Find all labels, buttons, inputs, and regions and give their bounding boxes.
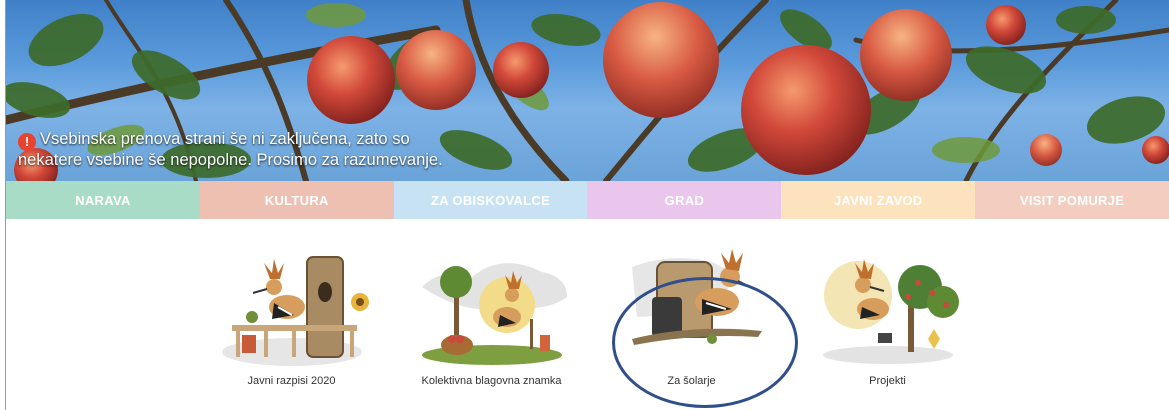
card-label[interactable]: Za šolarje	[604, 375, 779, 387]
nav-item-grad[interactable]: GRAD	[587, 181, 782, 219]
card-projekti[interactable]: Projekti	[800, 247, 975, 387]
nav-item-visit-pomurje[interactable]: VISIT POMURJE	[975, 181, 1169, 219]
notice-text-1: Vsebinska prenova strani še ni zaključen…	[40, 130, 410, 148]
nav-item-za-obiskovalce[interactable]: ZA OBISKOVALCE	[393, 181, 588, 219]
hoopoe-schoolbag-illustration	[631, 249, 762, 345]
card-label[interactable]: Projekti	[800, 375, 975, 387]
card-kolektivna-blagovna-znamka[interactable]: Kolektivna blagovna znamka	[404, 247, 579, 387]
card-za-solarje[interactable]: Za šolarje	[604, 247, 779, 387]
notice-line-1: ! Vsebinska prenova strani še ni zaključe…	[18, 130, 518, 151]
card-javni-razpisi[interactable]: Javni razpisi 2020	[204, 247, 379, 387]
hoopoe-basket-illustration	[421, 263, 567, 365]
hoopoe-tree-stump-illustration	[221, 256, 369, 366]
renovation-notice: ! Vsebinska prenova strani še ni zaključe…	[18, 130, 518, 170]
page: ! Vsebinska prenova strani še ni zaključe…	[0, 0, 1169, 410]
main-navigation: NARAVA KULTURA ZA OBISKOVALCE GRAD JAVNI…	[6, 181, 1169, 219]
nav-item-kultura[interactable]: KULTURA	[199, 181, 394, 219]
card-label[interactable]: Kolektivna blagovna znamka	[404, 375, 579, 387]
nav-item-javni-zavod[interactable]: JAVNI ZAVOD	[781, 181, 976, 219]
notice-text-2: nekatere vsebine še nepopolne. Prosimo z…	[18, 151, 443, 169]
card-label[interactable]: Javni razpisi 2020	[204, 375, 379, 387]
exclamation-circle-icon: !	[18, 133, 36, 151]
nav-item-narava[interactable]: NARAVA	[6, 181, 200, 219]
hoopoe-apple-tree-illustration	[822, 259, 959, 364]
hero-banner: ! Vsebinska prenova strani še ni zaključe…	[6, 0, 1169, 181]
